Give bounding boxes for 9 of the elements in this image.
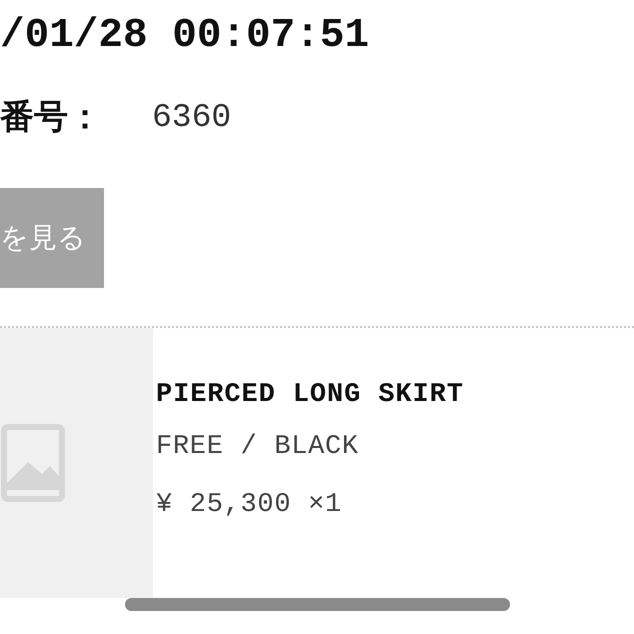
order-datetime: /01/28 00:07:51	[0, 12, 370, 60]
product-variant: FREE / BLACK	[156, 431, 360, 464]
image-icon	[0, 424, 66, 502]
view-button[interactable]: を見る	[0, 188, 104, 288]
product-name: PIERCED LONG SKIRT	[156, 379, 464, 412]
product-price: ¥ 25,300 ×1	[156, 489, 343, 522]
order-number-label: 番号：	[0, 96, 103, 139]
order-number: 6360	[152, 98, 232, 136]
scrollbar[interactable]	[125, 598, 510, 611]
